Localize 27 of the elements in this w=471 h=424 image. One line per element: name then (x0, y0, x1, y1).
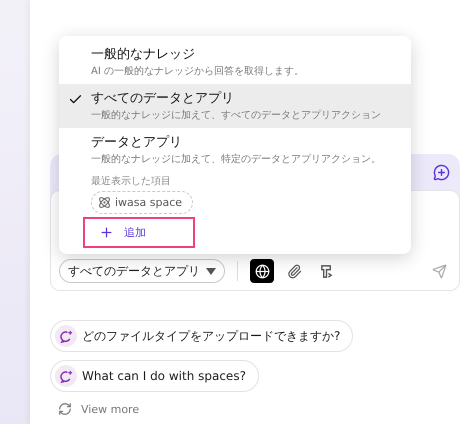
new-chat-icon[interactable] (433, 164, 450, 180)
view-more-link[interactable]: View more (50, 402, 460, 416)
add-button[interactable]: 追加 (83, 217, 195, 248)
plus-icon (99, 225, 114, 240)
globe-icon (254, 264, 270, 278)
globe-button[interactable] (250, 259, 274, 283)
menu-item-description: 一般的なナレッジに加えて、すべてのデータとアプリアクション (91, 108, 382, 123)
sparkle-chat-icon (60, 370, 72, 382)
caret-icon (206, 268, 216, 274)
sparkle-chat-icon (60, 330, 72, 342)
menu-item-description: AI の一般的なナレッジから回答を取得します。 (91, 65, 305, 79)
menu-item-title: すべてのデータとアプリ (91, 90, 235, 108)
menu-item-title: 一般的なナレッジ (91, 46, 196, 64)
suggestion-chip[interactable]: What can I do with spaces? (50, 360, 259, 392)
space-chip[interactable]: iwasa space (91, 191, 194, 214)
recent-label: 最近表示した項目 (91, 174, 171, 188)
suggestion-chip[interactable]: どのファイルタイプをアップロードできますか? (50, 320, 354, 352)
menu-item-description: 一般的なナレッジに加えて、特定のデータとアプリアクション。 (91, 152, 382, 167)
refresh-icon (58, 402, 72, 416)
atom-icon (98, 196, 111, 209)
prompt-icon (318, 264, 334, 278)
menu-item[interactable]: データとアプリ 一般的なナレッジに加えて、特定のデータとアプリアクション。 (59, 128, 411, 172)
paperclip-icon (286, 264, 302, 278)
menu-item[interactable]: 一般的なナレッジ AI の一般的なナレッジから回答を取得します。 (59, 36, 411, 84)
menu-item-title: データとアプリ (91, 134, 183, 152)
menu-item[interactable]: すべてのデータとアプリ 一般的なナレッジに加えて、すべてのデータとアプリアクション (59, 84, 411, 128)
mode-select[interactable]: すべてのデータとアプリ (59, 259, 225, 283)
